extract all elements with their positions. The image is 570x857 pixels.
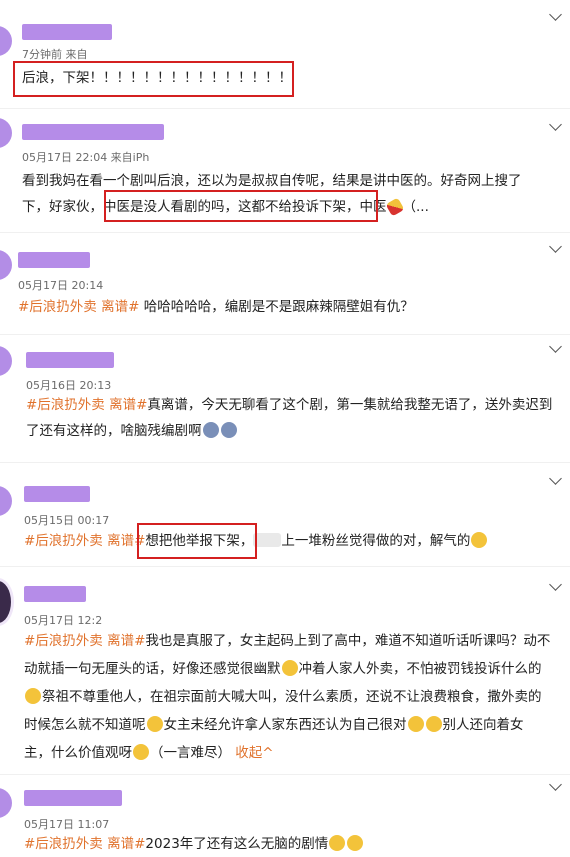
crying-emoji-icon [146, 716, 163, 732]
comment-7: 05月17日 11:07 #后浪扔外卖 离谱#2023年了还有这么无脑的剧情 [0, 776, 570, 856]
comment-text-line2: 了还有这样的，啥脑残编剧啊 [26, 418, 238, 444]
text-segment: 2023年了还有这么无脑的剧情 [145, 836, 329, 852]
comment-2: 05月17日 22:04 来自iPh 看到我妈在看一个剧叫后浪，还以为是叔叔自传… [0, 110, 570, 230]
username-redacted[interactable] [22, 124, 164, 140]
text-segment: 动就插一句无厘头的话，好像还感觉很幽默 [24, 661, 281, 677]
hashtag-link[interactable]: #后浪扔外卖 离谱# [18, 299, 139, 315]
text-segment: 冲着人家人外卖，不怕被罚钱投诉什么的 [298, 661, 542, 677]
facepalm-emoji-icon [329, 835, 346, 851]
username-redacted[interactable] [26, 352, 114, 368]
crying-emoji-icon [25, 688, 41, 704]
text-segment: 祭祖不尊重他人，在祖宗面前大喊大叫，没什么素质，还说不让浪费粮食，撒外卖的 [42, 689, 542, 705]
highlight-box [13, 61, 294, 97]
chevron-down-icon[interactable] [548, 340, 564, 356]
pill-emoji-icon [384, 197, 405, 217]
text-segment: （一言难尽） [150, 745, 231, 761]
hashtag-link[interactable]: #后浪扔外卖 离谱# [24, 533, 145, 549]
comment-text: #后浪扔外卖 离谱# 哈哈哈哈哈，编剧是不是跟麻辣隔壁姐有仇？ [18, 294, 414, 320]
comment-text-line1: #后浪扔外卖 离谱#真离谱，今天无聊看了这个剧，第一集就给我整无语了，送外卖迟到 [26, 392, 552, 418]
text-segment: 女主未经允许拿人家东西还认为自己很对 [163, 717, 407, 733]
username-redacted[interactable] [24, 790, 122, 806]
highlight-box [137, 523, 257, 559]
comment-3: 05月17日 20:14 #后浪扔外卖 离谱# 哈哈哈哈哈，编剧是不是跟麻辣隔壁… [0, 234, 570, 330]
comment-meta: 7分钟前 来自 [22, 48, 88, 61]
divider [0, 108, 570, 109]
comment-meta: 05月17日 22:04 来自iPh [22, 151, 150, 164]
comment-4: 05月16日 20:13 #后浪扔外卖 离谱#真离谱，今天无聊看了这个剧，第一集… [0, 336, 570, 458]
comment-meta: 05月17日 11:07 [24, 818, 110, 831]
comment-text: #后浪扔外卖 离谱#2023年了还有这么无脑的剧情 [24, 831, 364, 857]
username-redacted[interactable] [22, 24, 112, 40]
divider [0, 334, 570, 335]
text-segment: 别人还向着女 [442, 717, 524, 733]
comment-text-line1: #后浪扔外卖 离谱#我也是真服了，女主起码上到了高中，难道不知道听话听课吗？动不 [24, 628, 550, 654]
text-segment: 时候怎么就不知道呢 [24, 717, 146, 733]
comment-text-line4: 时候怎么就不知道呢 女主未经允许拿人家东西还认为自己很对 别人还向着女 [24, 712, 524, 738]
text-segment: 主，什么价值观呀 [24, 745, 132, 761]
text-segment: 下，好家伙， [22, 199, 103, 215]
highlight-box [104, 190, 378, 222]
avatar[interactable] [0, 26, 12, 56]
comment-text-line5: 主，什么价值观呀 （一言难尽） 收起^ [24, 740, 274, 766]
chevron-down-icon[interactable] [548, 240, 564, 256]
crying-emoji-icon [407, 716, 424, 732]
comment-5: 05月15日 00:17 #后浪扔外卖 离谱#想把他举报下架， 上一堆粉丝觉得做的… [0, 464, 570, 562]
collapse-link[interactable]: 收起^ [235, 745, 273, 761]
username-redacted[interactable] [24, 486, 90, 502]
chevron-down-icon[interactable] [548, 472, 564, 488]
hashtag-link[interactable]: #后浪扔外卖 离谱# [26, 397, 147, 413]
chevron-down-icon[interactable] [548, 778, 564, 794]
comment-meta: 05月15日 00:17 [24, 514, 110, 527]
username-redacted[interactable] [24, 586, 86, 602]
chevron-down-icon[interactable] [548, 578, 564, 594]
scared-emoji-icon [202, 422, 219, 438]
text-segment: 上一堆粉丝觉得做的对，解气的 [281, 533, 471, 549]
scared-emoji-icon [220, 422, 237, 438]
chevron-down-icon[interactable] [548, 8, 564, 24]
comment-6: 05月17日 12:2 #后浪扔外卖 离谱#我也是真服了，女主起码上到了高中，难… [0, 570, 570, 770]
comment-text-line3: 祭祖不尊重他人，在祖宗面前大喊大叫，没什么素质，还说不让浪费粮食，撒外卖的 [24, 684, 542, 710]
comment-1: 7分钟前 来自 后浪，下架！！！！！！！！！！！！！！！ [0, 0, 570, 100]
text-segment: 真离谱，今天无聊看了这个剧，第一集就给我整无语了，送外卖迟到 [147, 397, 553, 413]
username-redacted[interactable] [18, 252, 90, 268]
comment-meta: 05月17日 20:14 [18, 279, 104, 292]
avatar[interactable] [0, 346, 12, 376]
facepalm-emoji-icon [347, 835, 364, 851]
avatar[interactable] [0, 486, 12, 516]
comment-meta: 05月17日 12:2 [24, 614, 103, 627]
divider [0, 774, 570, 775]
hashtag-link[interactable]: #后浪扔外卖 离谱# [24, 836, 145, 852]
chevron-down-icon[interactable] [548, 118, 564, 134]
text-segment: 了还有这样的，啥脑残编剧啊 [26, 423, 202, 439]
comment-meta: 05月16日 20:13 [26, 379, 112, 392]
divider [0, 566, 570, 567]
smirk-emoji-icon [281, 660, 298, 676]
divider [0, 232, 570, 233]
hashtag-link[interactable]: #后浪扔外卖 离谱# [24, 633, 145, 649]
divider [0, 462, 570, 463]
screaming-emoji-icon [425, 716, 442, 732]
avatar[interactable] [0, 250, 12, 280]
avatar[interactable] [0, 118, 12, 148]
crying-emoji-icon [133, 744, 149, 760]
avatar[interactable] [0, 578, 14, 626]
crying-emoji-icon [471, 532, 488, 548]
blurred-text [253, 533, 282, 547]
text-segment: 哈哈哈哈哈，编剧是不是跟麻辣隔壁姐有仇？ [139, 299, 414, 315]
ellipsis-text: （... [402, 199, 429, 215]
text-segment: 我也是真服了，女主起码上到了高中，难道不知道听话听课吗？动不 [145, 633, 551, 649]
avatar[interactable] [0, 788, 12, 818]
comment-text-line2: 动就插一句无厘头的话，好像还感觉很幽默 冲着人家人外卖，不怕被罚钱投诉什么的 [24, 656, 542, 682]
